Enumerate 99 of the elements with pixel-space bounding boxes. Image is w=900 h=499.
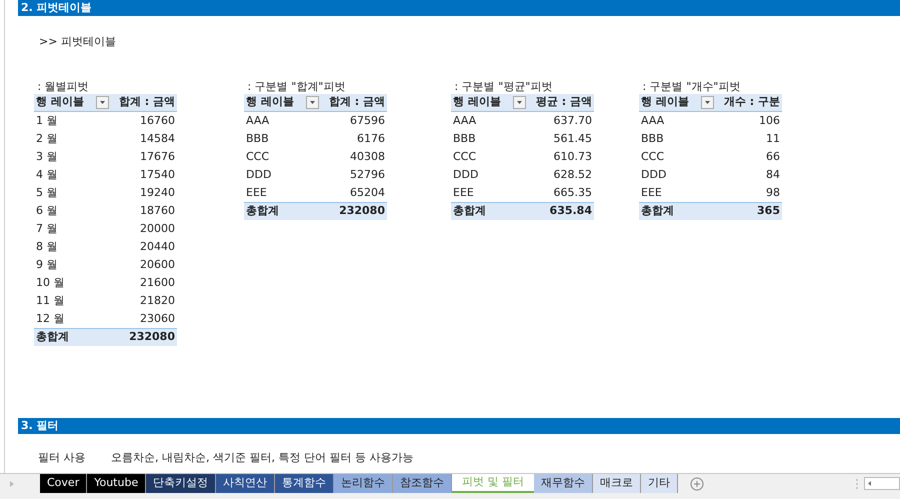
column-header: 행 레이블 [245,94,295,110]
add-sheet-icon[interactable] [690,476,704,490]
filter-dropdown-button[interactable] [513,96,526,109]
row-label: 6 월 [35,202,58,219]
row-label: 12 월 [35,310,64,327]
sheet-tab[interactable]: Youtube [87,474,146,493]
row-label: EEE [640,184,662,201]
value-cell-text: 20000 [140,220,176,237]
total-value: 232080 [339,203,386,220]
horizontal-scrollbar[interactable] [864,477,900,490]
value-cell-text: 610.73 [554,148,593,165]
value-cell-text: 40308 [350,148,386,165]
row-label: CCC [245,148,270,165]
row-label: EEE [452,184,474,201]
row-label: CCC [452,148,476,165]
value-cell-text: 665.35 [554,184,593,201]
row-label: BBB [245,130,269,147]
column-header: 합계 : 금액 [118,94,176,110]
row-label: DDD [640,166,666,183]
total-label: 총합계 [35,329,69,346]
filter-dropdown-button[interactable] [701,96,714,109]
sheet-tab[interactable]: 재무함수 [534,474,594,493]
caret-icon [100,101,105,104]
total-value: 365 [757,203,781,220]
value-cell-text: 637.70 [554,112,593,129]
value-cell-text: 98 [766,184,781,201]
value-cell-text: 106 [759,112,781,129]
sheet-tab[interactable]: 기타 [641,474,678,493]
sheet-tab[interactable]: 매크로 [593,474,642,493]
row-label: 1 월 [35,112,58,129]
row-label: AAA [245,112,270,129]
row-label: EEE [245,184,267,201]
value-cell-text: 20440 [140,238,176,255]
row-label: 8 월 [35,238,58,255]
value-cell-text: 84 [766,166,781,183]
value-cell-text: 561.45 [554,130,593,147]
value-cell-text: 628.52 [554,166,593,183]
row-label: BBB [640,130,664,147]
column-header: 행 레이블 [35,94,85,110]
column-header: 행 레이블 [640,94,690,110]
sheet-tab[interactable]: 통계함수 [275,474,334,493]
value-cell-text: 67596 [350,112,386,129]
sheet-tab[interactable]: 참조함수 [393,474,452,493]
row-label: BBB [452,130,476,147]
row-label: 4 월 [35,166,58,183]
value-cell-text: 16760 [140,112,176,129]
row-label: 11 월 [35,292,64,309]
filter-dropdown-button[interactable] [306,96,319,109]
row-label: AAA [640,112,664,129]
total-value: 635.84 [550,203,593,220]
value-cell-text: 21600 [140,274,176,291]
value-cell-text: 65204 [350,184,386,201]
total-label: 총합계 [452,203,486,220]
section-header: 2. 피벗테이블 [18,0,900,16]
row-label: 3 월 [35,148,58,165]
value-cell-text: 11 [766,130,781,147]
total-label: 총합계 [640,203,674,220]
filter-label: 필터 사용 [38,450,86,466]
row-label: 9 월 [35,256,58,273]
caret-icon [705,101,710,104]
row-label: 5 월 [35,184,58,201]
row-label: DDD [452,166,478,183]
filter-description: 오름차순, 내림차순, 색기준 필터, 특정 단어 필터 등 사용가능 [111,450,414,466]
section-header: 3. 필터 [18,418,900,434]
total-value: 232080 [129,329,176,346]
value-cell-text: 19240 [140,184,176,201]
value-cell-text: 17540 [140,166,176,183]
intro-text: >> 피벗테이블 [39,35,116,48]
column-header: 합계 : 금액 [328,94,386,110]
total-label: 총합계 [245,203,279,220]
column-header: 행 레이블 [452,94,502,110]
pivot-caption: : 구분별 "개수"피벗 [641,80,742,94]
value-cell-text: 6176 [357,130,386,147]
value-cell-text: 20600 [140,256,176,273]
column-header: 개수 : 구분 [722,94,781,110]
row-label: 2 월 [35,130,58,147]
sheet-tab[interactable]: 논리함수 [334,474,394,493]
row-label: DDD [245,166,272,183]
value-cell-text: 14584 [140,130,176,147]
value-cell-text: 21820 [140,292,176,309]
row-label: 10 월 [35,274,64,291]
value-cell-text: 52796 [350,166,386,183]
pivot-caption: : 구분별 "합계"피벗 [246,80,346,94]
value-cell-text: 23060 [140,310,176,327]
value-cell-text: 17676 [140,148,176,165]
row-label: CCC [640,148,664,165]
pivot-caption: : 구분별 "평균"피벗 [453,80,554,94]
column-header: 평균 : 금액 [534,94,593,110]
sheet-tab[interactable]: 사칙연산 [216,474,276,493]
caret-icon [517,101,522,104]
sheet-tab[interactable]: Cover [40,474,88,493]
filter-dropdown-button[interactable] [96,96,109,109]
sheet-tab[interactable]: 단축키설정 [146,474,216,493]
pivot-caption: : 월별피벗 [36,80,90,94]
caret-icon [310,101,315,104]
value-cell-text: 18760 [140,202,176,219]
value-cell-text: 66 [766,148,781,165]
row-label: 7 월 [35,220,58,237]
row-label: AAA [452,112,476,129]
